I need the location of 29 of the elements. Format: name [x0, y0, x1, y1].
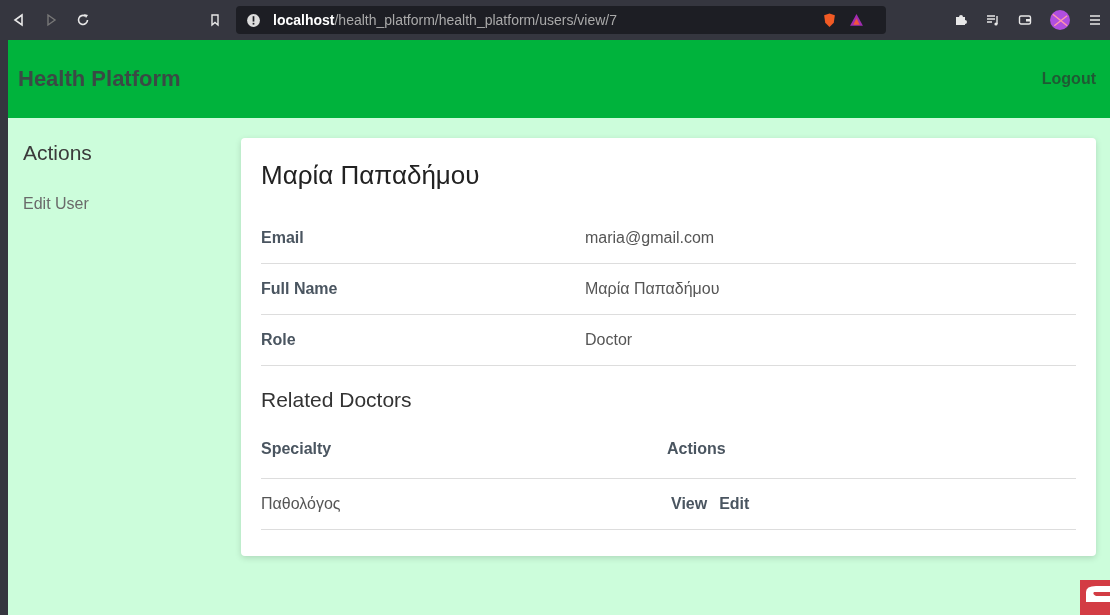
field-label: Email: [261, 229, 305, 247]
field-value: Μαρία Παπαδήμου: [585, 280, 720, 298]
reload-icon[interactable]: [76, 13, 90, 27]
field-value: Doctor: [585, 331, 633, 349]
field-value: maria@gmail.com: [585, 229, 715, 247]
sidebar-link[interactable]: Edit User: [23, 195, 241, 213]
back-icon[interactable]: [12, 13, 26, 27]
url-path: /health_platform/health_platform/users/view/7: [334, 12, 617, 28]
avatar-icon[interactable]: [1050, 10, 1070, 30]
user-name-heading: Μαρία Παπαδήμου: [261, 160, 481, 191]
sidebar-heading: Actions: [23, 141, 93, 165]
column-header: Specialty: [261, 440, 333, 458]
info-icon: [246, 12, 261, 28]
field-label: Full Name: [261, 280, 339, 298]
url-host: localhost: [273, 12, 335, 28]
address-bar[interactable]: localhost/health_platform/health_platform/users/view/7: [236, 6, 886, 34]
column-header: Actions: [667, 440, 726, 458]
field-label: Role: [261, 331, 297, 349]
triangle-icon[interactable]: [849, 12, 864, 28]
wallet-icon[interactable]: [1018, 13, 1032, 27]
menu-icon[interactable]: [1088, 13, 1102, 27]
puzzle-icon[interactable]: [954, 13, 968, 27]
section-heading: Related Doctors: [261, 388, 413, 412]
forward-icon[interactable]: [44, 13, 58, 27]
table-cell-text: Παθολόγος: [261, 495, 342, 513]
playlist-icon[interactable]: [986, 13, 1000, 27]
action-link[interactable]: View: [671, 495, 708, 513]
action-link[interactable]: Edit: [719, 495, 750, 513]
bookmark-icon[interactable]: [208, 13, 222, 27]
